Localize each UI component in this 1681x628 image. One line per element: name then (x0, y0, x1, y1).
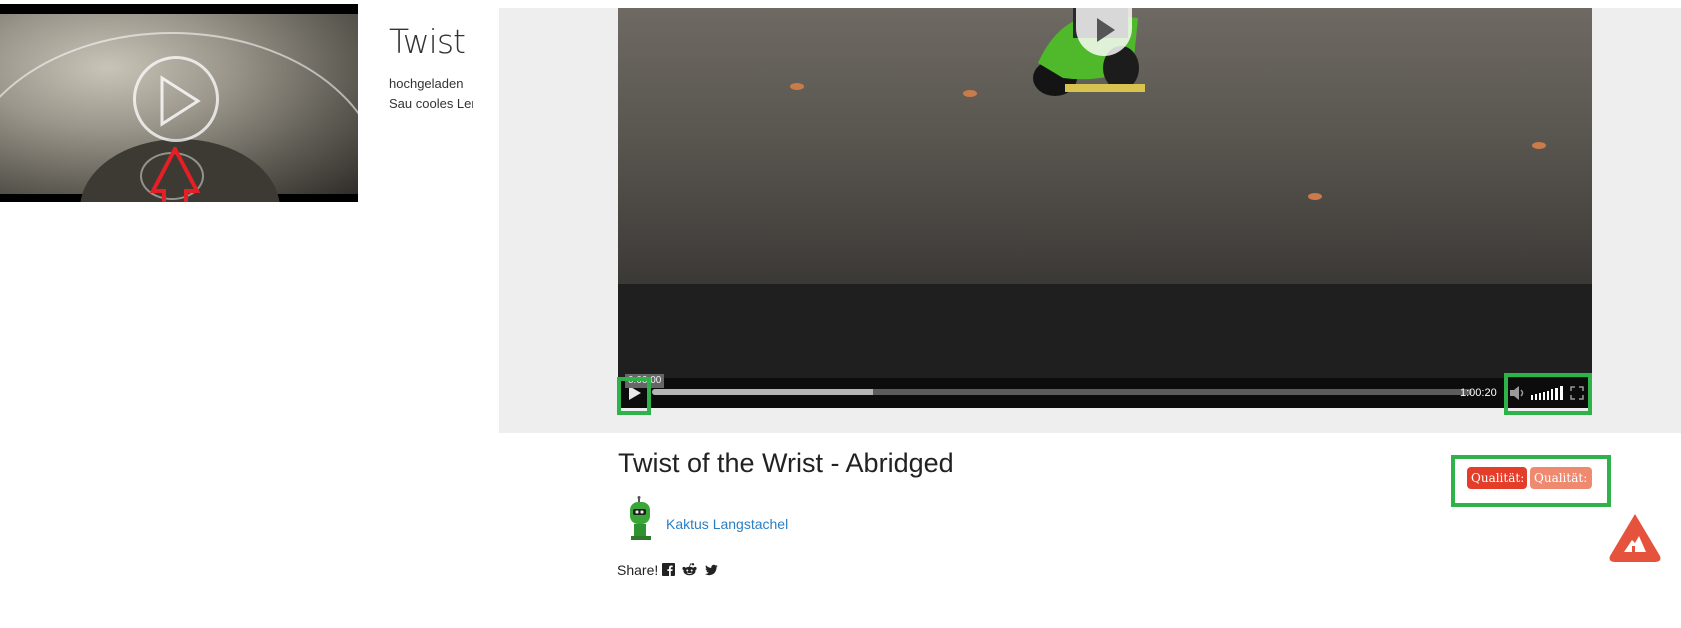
duration-label: 1:00:20 (1460, 387, 1497, 399)
red-arrow-annotation-icon (150, 147, 200, 202)
player-controls: 1:00:20 (618, 378, 1592, 408)
cone-shape (963, 90, 977, 97)
cone-shape (790, 83, 804, 90)
progress-bar[interactable] (652, 389, 1472, 395)
author-avatar[interactable] (627, 496, 655, 542)
volume-highlight-box (1504, 373, 1592, 415)
facebook-icon[interactable] (662, 563, 675, 581)
thumbnail-play-icon[interactable] (133, 56, 219, 142)
quality-1-button[interactable]: Qualität: 1 (1467, 467, 1536, 489)
video-player[interactable]: 1:00:20 0:00:00 (618, 8, 1592, 408)
share-icons (662, 563, 721, 581)
video-thumbnail[interactable] (0, 4, 358, 202)
twitter-icon[interactable] (704, 563, 718, 581)
play-highlight-box (617, 377, 651, 415)
video-frame (618, 8, 1592, 284)
progress-fill (652, 389, 874, 395)
scroll-to-top-icon[interactable] (1608, 512, 1662, 564)
cone-shape (1532, 142, 1546, 149)
side-description: Sau cooles Lernvideo (389, 96, 473, 111)
author-link[interactable]: Kaktus Langstachel (666, 515, 788, 533)
side-video-info: Twist of the Wrist - Abridged hochgelade… (389, 22, 473, 114)
video-title: Twist of the Wrist - Abridged (618, 448, 954, 478)
side-video-title[interactable]: Twist of the Wrist - Abridged (389, 22, 473, 62)
cone-shape (1308, 193, 1322, 200)
share-label: Share! (617, 562, 659, 578)
reddit-icon[interactable] (682, 563, 698, 581)
side-upload-label: hochgeladen (389, 76, 464, 91)
quality-2-button[interactable]: Qualität: 2 (1530, 467, 1599, 489)
